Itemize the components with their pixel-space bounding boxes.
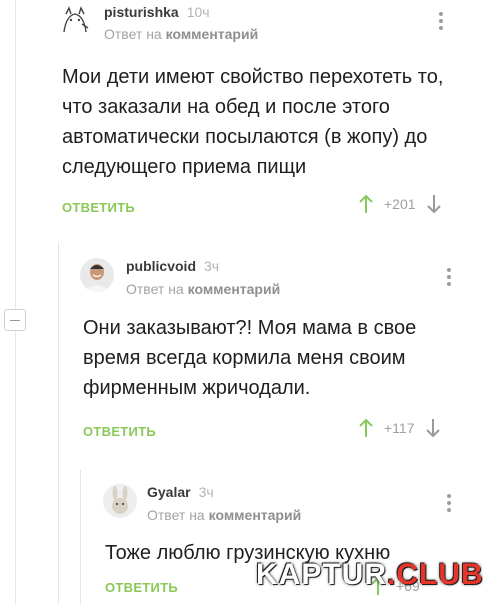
- parent-comment-link[interactable]: комментарий: [209, 507, 302, 523]
- author-name[interactable]: Gyalar: [147, 484, 191, 500]
- comment: Gyalar 3ч Ответ на комментарий Тоже любл…: [0, 0, 483, 604]
- watermark-logo: KAPTUR.CLUB: [256, 558, 483, 591]
- reply-to-info: Ответ на комментарий: [147, 507, 302, 523]
- reply-button[interactable]: ОТВЕТИТЬ: [105, 580, 178, 595]
- comment-time: 3ч: [198, 484, 214, 500]
- avatar[interactable]: [103, 484, 137, 518]
- more-options-icon[interactable]: [446, 494, 452, 512]
